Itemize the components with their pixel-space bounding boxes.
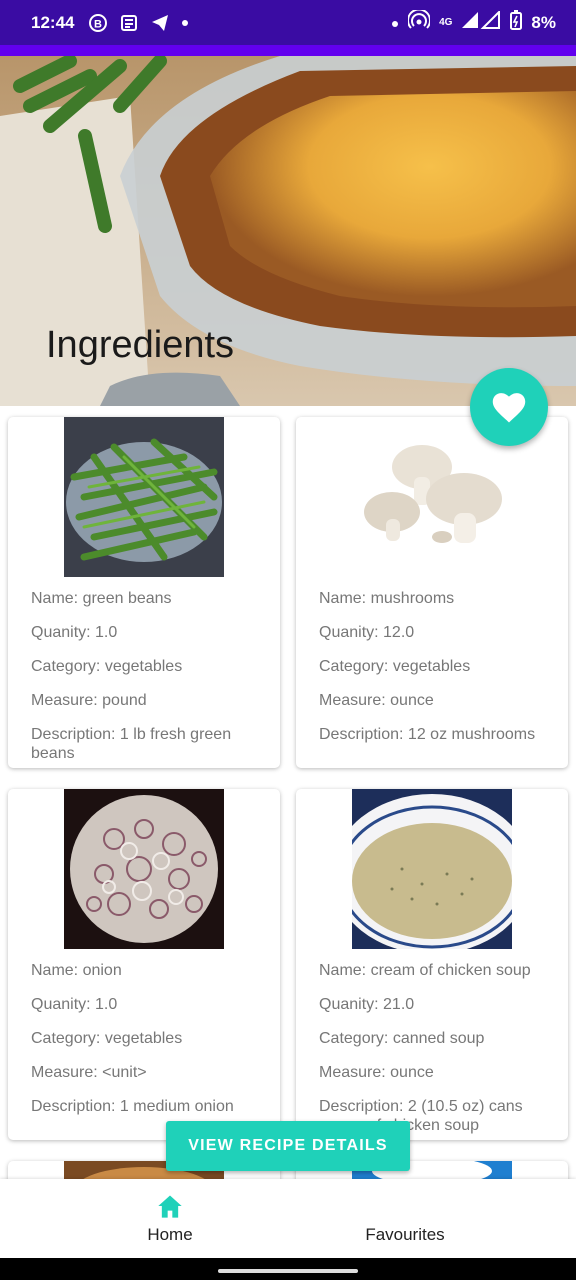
ingredient-card[interactable]: Name: green beans Quanity: 1.0 Category:… — [8, 417, 280, 768]
ingredient-info: Name: green beans Quanity: 1.0 Category:… — [31, 589, 268, 768]
ingredient-info: Name: cream of chicken soup Quanity: 21.… — [319, 961, 556, 1140]
ingredient-quantity: Quanity: 1.0 — [31, 996, 118, 1013]
ingredient-info: Name: mushrooms Quanity: 12.0 Category: … — [319, 589, 556, 759]
ingredient-card[interactable]: Name: mushrooms Quanity: 12.0 Category: … — [296, 417, 568, 768]
network-type: 4G — [439, 17, 453, 28]
ingredient-category: Category: vegetables — [31, 1030, 183, 1047]
nav-favourites-label: Favourites — [365, 1224, 445, 1244]
hotspot-icon — [407, 8, 432, 35]
ingredient-card[interactable]: Name: onion Quanity: 1.0 Category: veget… — [8, 789, 280, 1140]
ingredient-image-onion — [64, 789, 224, 949]
ingredient-name: Name: green beans — [31, 590, 172, 607]
battery-percent: 8% — [531, 12, 556, 32]
news-icon — [119, 13, 139, 33]
ingredient-card[interactable]: Name: cream of chicken soup Quanity: 21.… — [296, 789, 568, 1140]
ingredient-measure: Measure: ounce — [319, 1064, 434, 1081]
home-icon — [158, 1195, 182, 1218]
view-recipe-details-button[interactable]: VIEW RECIPE DETAILS — [166, 1121, 410, 1171]
ingredient-info: Name: onion Quanity: 1.0 Category: veget… — [31, 961, 268, 1131]
header-image: Ingredients — [0, 56, 576, 406]
dot-icon — [181, 19, 189, 27]
app-screen: { "status_bar": { "time": "12:44", "netw… — [0, 0, 576, 1280]
telegram-icon — [150, 13, 170, 33]
ingredient-category: Category: canned soup — [319, 1030, 485, 1047]
page-title: Ingredients — [46, 324, 235, 366]
nav-favourites[interactable]: Favourites — [340, 1179, 470, 1258]
signal-icon — [461, 9, 501, 34]
heart-icon — [492, 393, 526, 423]
ingredient-quantity: Quanity: 21.0 — [319, 996, 415, 1013]
ingredient-description: Description: 1 lb fresh green beans — [31, 726, 232, 762]
dot-icon — [391, 13, 399, 33]
favourite-button[interactable] — [470, 368, 548, 446]
ingredient-quantity: Quanity: 1.0 — [31, 624, 118, 641]
ingredient-category: Category: vegetables — [319, 658, 471, 675]
app-bar-strip — [0, 45, 576, 56]
ingredient-measure: Measure: ounce — [319, 692, 434, 709]
ingredient-measure: Measure: <unit> — [31, 1064, 147, 1081]
status-time: 12:44 — [31, 12, 75, 32]
status-bar: 12:44 B 4G 8% — [0, 0, 576, 45]
bottom-navigation: Home Favourites — [0, 1179, 576, 1258]
ingredient-category: Category: vegetables — [31, 658, 183, 675]
battery-icon — [510, 10, 523, 35]
ingredient-description: Description: 12 oz mushrooms — [319, 726, 536, 743]
gesture-bar — [0, 1258, 576, 1280]
ingredient-image-green-beans — [64, 417, 224, 577]
svg-text:B: B — [95, 18, 103, 30]
home-indicator[interactable] — [218, 1269, 358, 1273]
ingredient-measure: Measure: pound — [31, 692, 147, 709]
ingredient-description: Description: 1 medium onion — [31, 1098, 234, 1115]
b-circle-icon: B — [88, 13, 108, 33]
nav-home[interactable]: Home — [110, 1179, 230, 1258]
ingredient-name: Name: mushrooms — [319, 590, 455, 607]
nav-home-label: Home — [147, 1224, 193, 1244]
ingredient-image-cream-of-chicken-soup — [352, 789, 512, 949]
ingredient-name: Name: cream of chicken soup — [319, 962, 531, 979]
ingredient-image-mushrooms — [352, 417, 512, 577]
ingredient-quantity: Quanity: 12.0 — [319, 624, 415, 641]
ingredient-name: Name: onion — [31, 962, 122, 979]
